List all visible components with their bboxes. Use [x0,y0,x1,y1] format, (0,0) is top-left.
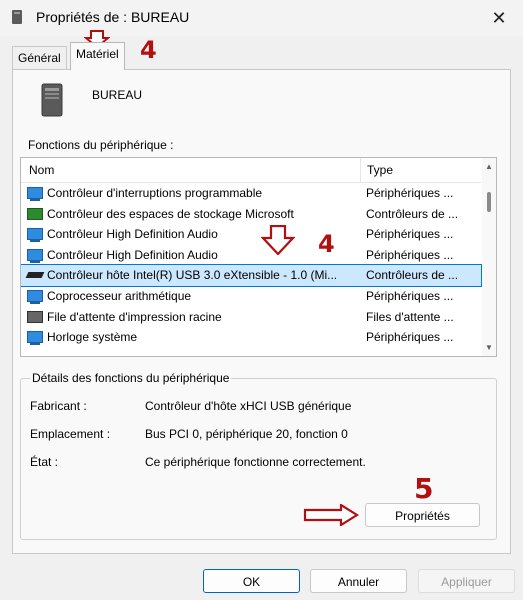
computer-tower-icon [41,83,63,117]
list-item[interactable]: Contrôleur d'interruptions programmable … [21,183,481,204]
scrollbar-thumb[interactable] [487,192,491,212]
functions-list[interactable]: Nom Type Contrôleur d'interruptions prog… [20,157,497,357]
row-type: Files d'attente ... [366,309,454,324]
row-type: Périphériques ... [366,227,454,242]
system-device-icon [27,331,43,346]
tab-materiel[interactable]: Matériel [70,42,125,70]
column-divider[interactable] [360,158,361,182]
cancel-button[interactable]: Annuler [310,569,407,593]
details-title: Détails des fonctions du périphérique [30,371,232,385]
scroll-down-icon[interactable]: ▼ [485,343,493,352]
row-type: Périphériques ... [366,288,454,303]
tab-general[interactable]: Général [12,46,67,69]
device-name: BUREAU [92,88,143,102]
system-device-icon [27,248,43,263]
system-device-icon [27,228,43,243]
print-queue-icon [27,310,43,323]
list-item-selected[interactable]: Contrôleur hôte Intel(R) USB 3.0 eXtensi… [21,264,482,287]
column-header-type[interactable]: Type [367,163,393,177]
list-item[interactable]: Contrôleur High Definition Audio Périphé… [21,245,481,266]
step-arrow-right-icon [303,504,359,526]
step-number: 5 [414,472,434,505]
row-type: Périphériques ... [366,330,454,345]
storage-controller-icon [27,207,43,220]
list-item[interactable]: Contrôleur High Definition Audio Périphé… [21,224,481,245]
apply-button[interactable]: Appliquer [418,569,515,593]
title-bar: Propriétés de : BUREAU ✕ [0,0,523,36]
row-name: Contrôleur High Definition Audio [47,247,218,262]
status-value: Ce périphérique fonctionne correctement. [145,455,366,469]
list-rows: Contrôleur d'interruptions programmable … [21,183,482,348]
scroll-up-icon[interactable]: ▲ [485,162,493,171]
step-number: 4 [140,36,157,64]
window-title: Propriétés de : BUREAU [36,9,190,25]
close-button[interactable]: ✕ [487,6,511,30]
manufacturer-label: Fabricant : [30,399,87,413]
list-item[interactable]: File d'attente d'impression racine Files… [21,307,481,328]
status-label: État : [30,455,59,469]
list-item[interactable]: Horloge système Périphériques ... [21,327,481,348]
step-number: 4 [318,230,335,258]
row-type: Périphériques ... [366,247,454,262]
vertical-scrollbar[interactable]: ▲ ▼ [482,158,496,356]
system-device-icon [27,187,43,201]
row-name: Contrôleur d'interruptions programmable [47,186,263,200]
list-item[interactable]: Contrôleur des espaces de stockage Micro… [21,204,481,225]
row-type: Contrôleurs de ... [366,206,459,221]
row-name: Horloge système [47,330,138,345]
computer-icon [12,10,22,24]
location-label: Emplacement : [30,427,111,441]
row-name: Contrôleur des espaces de stockage Micro… [47,206,294,221]
usb-controller-icon [27,269,43,281]
row-type: Contrôleurs de ... [366,268,459,283]
functions-label: Fonctions du périphérique : [28,138,174,152]
list-item[interactable]: Coprocesseur arithmétique Périphériques … [21,286,481,307]
row-type: Périphériques ... [366,186,454,200]
system-device-icon [27,289,43,304]
row-name: Coprocesseur arithmétique [47,288,192,303]
row-name: Contrôleur High Definition Audio [47,227,218,242]
column-header-nom[interactable]: Nom [29,163,54,177]
row-name: File d'attente d'impression racine [47,309,222,324]
properties-button[interactable]: Propriétés [365,503,480,527]
manufacturer-value: Contrôleur d'hôte xHCI USB générique [145,399,352,413]
ok-button[interactable]: OK [203,569,300,593]
row-name: Contrôleur hôte Intel(R) USB 3.0 eXtensi… [47,268,338,283]
list-header: Nom Type [21,158,481,183]
step-arrow-down-icon [261,225,295,255]
location-value: Bus PCI 0, périphérique 20, fonction 0 [145,427,348,441]
